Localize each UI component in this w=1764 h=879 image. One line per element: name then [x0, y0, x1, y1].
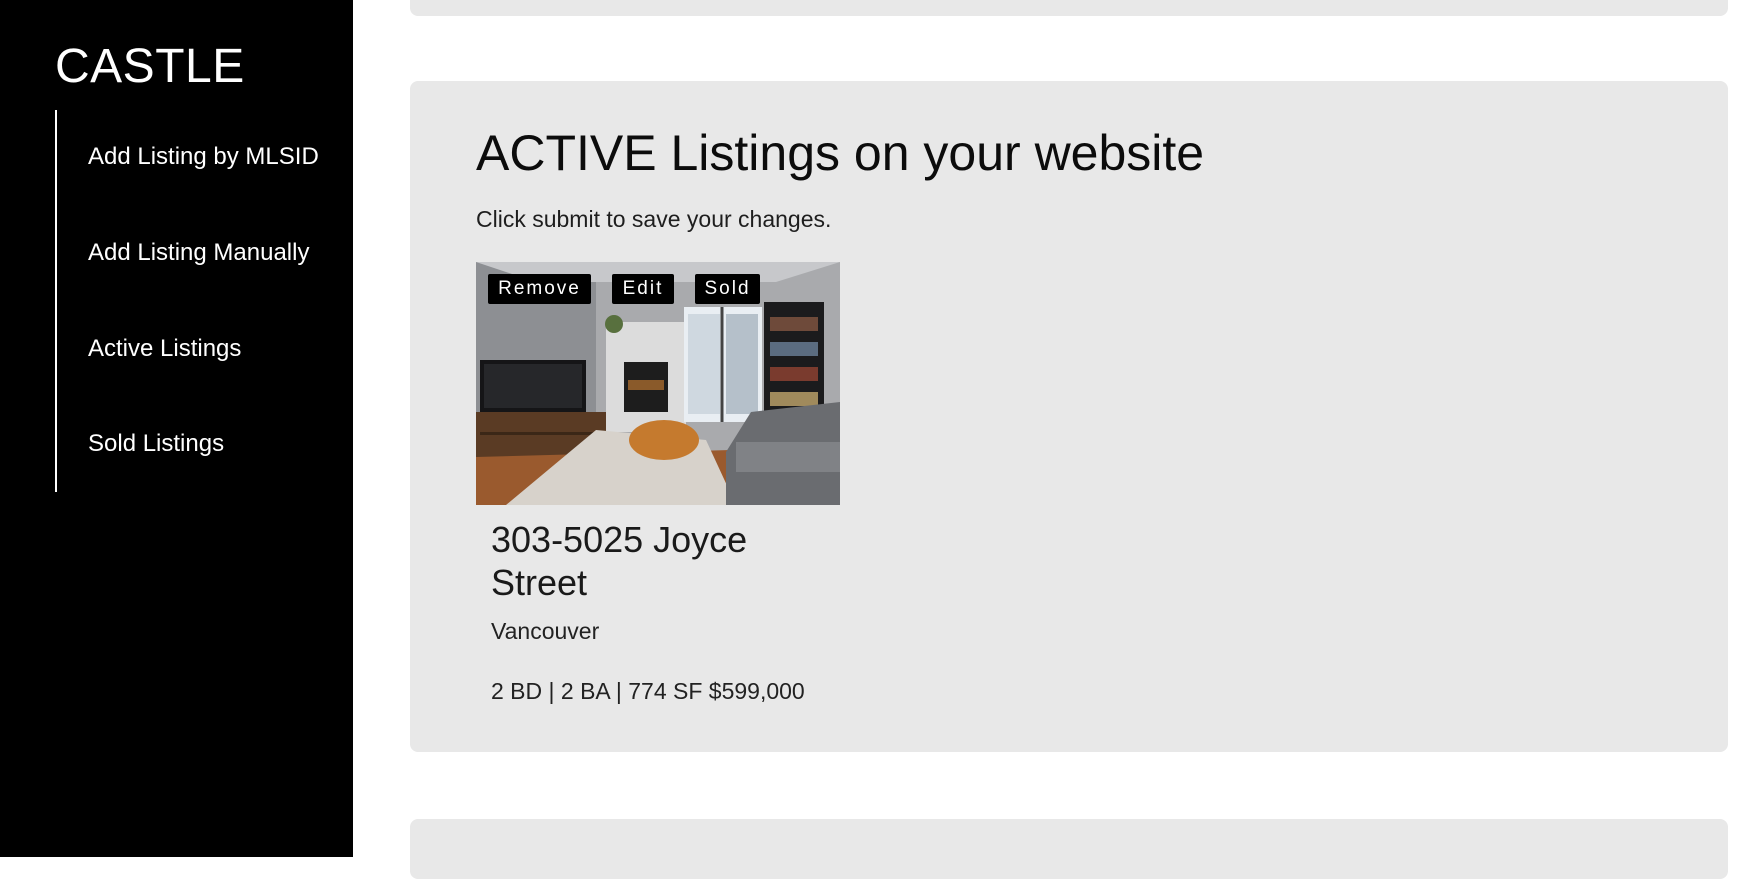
- remove-button[interactable]: Remove: [488, 274, 591, 304]
- active-listings-panel: ACTIVE Listings on your website Click su…: [410, 81, 1728, 752]
- brand-logo[interactable]: CASTLE: [55, 38, 245, 96]
- living-room-photo: Remove Edit Sold: [476, 262, 840, 505]
- sidebar-nav: Add Listing by MLSID Add Listing Manuall…: [55, 110, 347, 492]
- listing-specs: 2 BD | 2 BA | 774 SF $599,000: [491, 678, 805, 704]
- listing-city: Vancouver: [491, 618, 600, 644]
- sidebar-item-sold-listings[interactable]: Sold Listings: [88, 429, 224, 459]
- next-panel: [410, 819, 1728, 879]
- sidebar-item-active-listings[interactable]: Active Listings: [88, 334, 241, 364]
- sold-button[interactable]: Sold: [695, 274, 760, 304]
- page-title: ACTIVE Listings on your website: [476, 125, 1205, 181]
- sidebar-item-add-listing-by-mlsid[interactable]: Add Listing by MLSID: [88, 142, 319, 172]
- panel-subtitle: Click submit to save your changes.: [476, 206, 832, 232]
- main-content: ACTIVE Listings on your website Click su…: [353, 0, 1764, 879]
- listing-card: Remove Edit Sold 303-5025 Joyce Street V…: [476, 262, 840, 704]
- previous-panel: [410, 0, 1728, 16]
- edit-button[interactable]: Edit: [612, 274, 674, 304]
- listing-address[interactable]: 303-5025 Joyce Street: [491, 518, 811, 604]
- sidebar: CASTLE Add Listing by MLSID Add Listing …: [0, 0, 353, 857]
- sidebar-item-add-listing-manually[interactable]: Add Listing Manually: [88, 238, 309, 268]
